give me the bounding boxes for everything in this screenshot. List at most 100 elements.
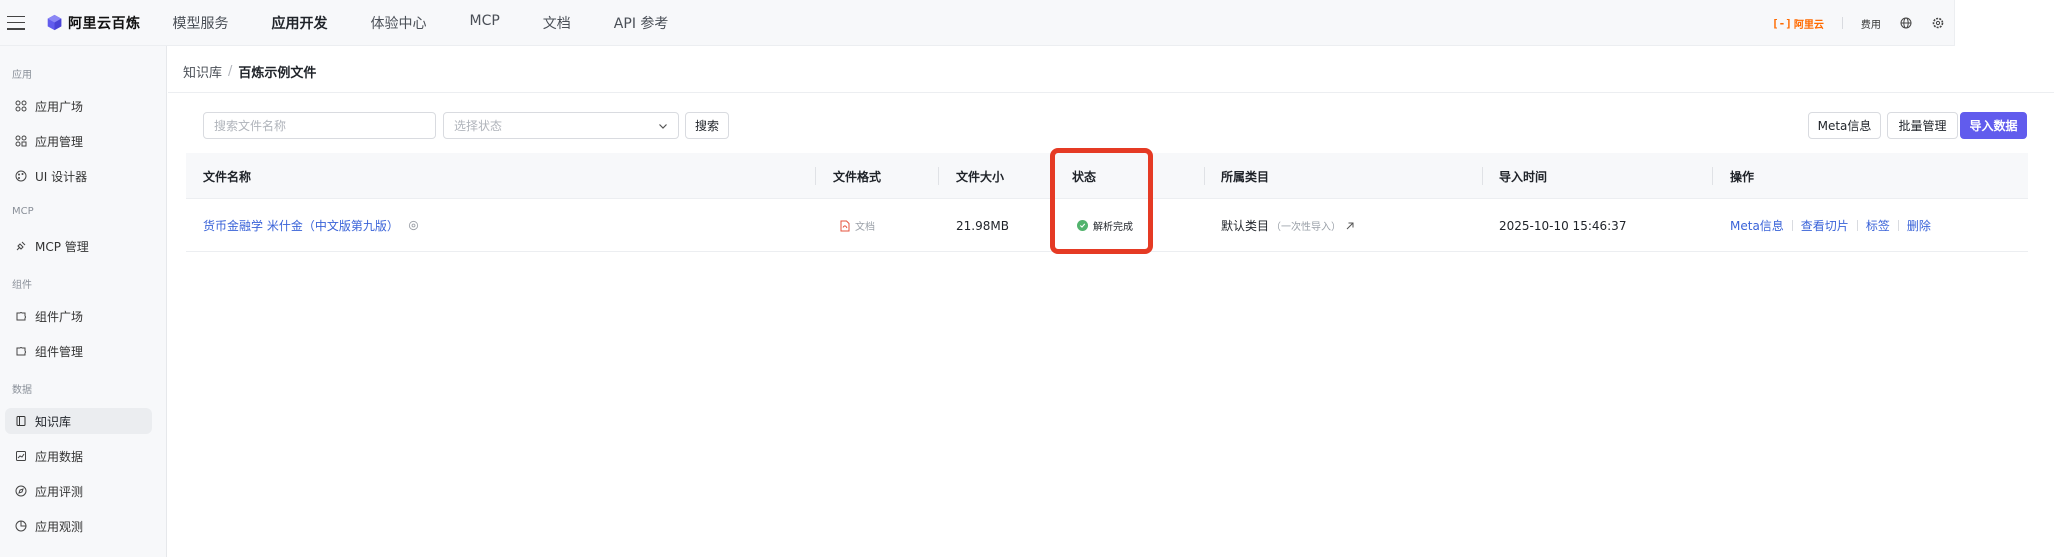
brand-name: 阿里云百炼 bbox=[68, 15, 141, 32]
status-column-highlight-box bbox=[1050, 148, 1153, 254]
external-link-arrow-icon[interactable] bbox=[1345, 221, 1355, 231]
sidebar-item-label: 应用评测 bbox=[35, 484, 84, 499]
sidebar-item-app-observe[interactable]: 应用观测 bbox=[5, 513, 152, 539]
sidebar-item-ui-designer[interactable]: UI 设计器 bbox=[5, 163, 152, 189]
sidebar-item-mcp-manage[interactable]: MCP 管理 bbox=[5, 233, 152, 259]
import-time-cell: 2025-10-10 15:46:37 bbox=[1499, 218, 1627, 233]
column-separator bbox=[938, 167, 939, 185]
column-separator bbox=[1712, 167, 1713, 185]
action-separator bbox=[1897, 220, 1899, 231]
breadcrumb-separator: / bbox=[228, 64, 233, 79]
column-header-size: 文件大小 bbox=[956, 169, 1005, 184]
sidebar-item-label: 组件广场 bbox=[35, 309, 84, 324]
divider bbox=[168, 92, 2054, 93]
sidebar-section-label: MCP bbox=[12, 206, 34, 217]
column-header-file-name: 文件名称 bbox=[203, 169, 252, 184]
chart-icon bbox=[14, 449, 28, 463]
sidebar-item-app-manage[interactable]: 应用管理 bbox=[5, 128, 152, 154]
gear-icon[interactable] bbox=[1931, 16, 1945, 30]
delete-action[interactable]: 删除 bbox=[1907, 217, 1931, 234]
file-format-cell: 文档 bbox=[840, 199, 875, 252]
sidebar-item-app-square[interactable]: 应用广场 bbox=[5, 93, 152, 119]
batch-manage-button[interactable]: 批量管理 bbox=[1887, 112, 1958, 139]
sidebar-item-component-square[interactable]: 组件广场 bbox=[5, 303, 152, 329]
column-header-actions: 操作 bbox=[1730, 169, 1755, 184]
search-input[interactable]: 搜索文件名称 bbox=[203, 112, 436, 139]
nav-mcp[interactable]: MCP bbox=[470, 13, 500, 33]
billing-link[interactable]: 费用 bbox=[1861, 16, 1881, 31]
menu-icon[interactable] bbox=[7, 15, 25, 30]
nav-docs[interactable]: 文档 bbox=[543, 13, 571, 33]
sidebar-item-label: MCP 管理 bbox=[35, 239, 89, 254]
category-label: 默认类目 bbox=[1221, 219, 1270, 233]
sidebar-item-app-data[interactable]: 应用数据 bbox=[5, 443, 152, 469]
divider bbox=[1841, 17, 1843, 29]
sidebar-item-knowledge-base[interactable]: 知识库 bbox=[5, 408, 152, 434]
book-icon bbox=[14, 414, 28, 428]
nav-experience-center[interactable]: 体验中心 bbox=[371, 13, 427, 33]
sidebar-item-label: 知识库 bbox=[35, 414, 72, 429]
file-name-cell: 货币金融学 米什金（中文版第九版） bbox=[203, 199, 419, 252]
sidebar-item-label: 应用观测 bbox=[35, 519, 84, 534]
meta-info-action[interactable]: Meta信息 bbox=[1730, 217, 1784, 234]
nav-app-dev[interactable]: 应用开发 bbox=[272, 13, 328, 33]
nav-right: [-] 阿里云 费用 bbox=[1772, 0, 1963, 46]
column-separator bbox=[815, 167, 816, 185]
action-separator bbox=[1791, 220, 1793, 231]
import-data-button[interactable]: 导入数据 bbox=[1960, 112, 2027, 139]
grid-icon bbox=[14, 134, 28, 148]
globe-icon[interactable] bbox=[1899, 16, 1913, 30]
puzzle-icon bbox=[14, 344, 28, 358]
sidebar-item-label: 应用管理 bbox=[35, 134, 84, 149]
sidebar-item-app-evaluation[interactable]: 应用评测 bbox=[5, 478, 152, 504]
column-header-format: 文件格式 bbox=[833, 169, 882, 184]
search-button[interactable]: 搜索 bbox=[685, 112, 729, 139]
action-separator bbox=[1856, 220, 1858, 231]
brand-logo-icon bbox=[47, 14, 62, 31]
status-select[interactable]: 选择状态 bbox=[443, 112, 679, 139]
header-blank-area bbox=[1954, 0, 2054, 46]
nav-model-service[interactable]: 模型服务 bbox=[173, 13, 229, 33]
breadcrumb: 知识库 / 百炼示例文件 bbox=[183, 62, 316, 81]
sidebar-section-label: 组件 bbox=[12, 280, 32, 291]
plug-icon bbox=[14, 239, 28, 253]
tag-action[interactable]: 标签 bbox=[1866, 217, 1890, 234]
category-cell: 默认类目 （一次性导入） bbox=[1221, 199, 1355, 252]
sidebar-section-label: 应用 bbox=[12, 70, 32, 81]
chevron-down-icon bbox=[659, 124, 667, 129]
column-header-import-time: 导入时间 bbox=[1499, 169, 1548, 184]
meta-info-button[interactable]: Meta信息 bbox=[1808, 112, 1881, 139]
breadcrumb-knowledge-base[interactable]: 知识库 bbox=[183, 62, 222, 81]
column-separator bbox=[1482, 167, 1483, 185]
main-nav: 模型服务 应用开发 体验中心 MCP 文档 API 参考 bbox=[173, 13, 712, 33]
aliyun-promo[interactable]: [-] 阿里云 bbox=[1772, 16, 1824, 31]
puzzle-icon bbox=[14, 309, 28, 323]
sidebar-item-label: 应用数据 bbox=[35, 449, 84, 464]
actions-cell: Meta信息 查看切片 标签 删除 bbox=[1730, 199, 1931, 252]
page-title: 百炼示例文件 bbox=[238, 66, 317, 81]
grid-icon bbox=[14, 99, 28, 113]
category-note: （一次性导入） bbox=[1271, 222, 1342, 233]
sidebar-item-label: 组件管理 bbox=[35, 344, 84, 359]
brand[interactable]: 阿里云百炼 bbox=[46, 13, 141, 33]
column-header-category: 所属类目 bbox=[1221, 169, 1270, 184]
aliyun-promo-label: 阿里云 bbox=[1793, 19, 1824, 31]
top-navigation-bar: 阿里云百炼 模型服务 应用开发 体验中心 MCP 文档 API 参考 [-] 阿… bbox=[0, 0, 2054, 46]
column-separator bbox=[1204, 167, 1205, 185]
palette-icon bbox=[14, 169, 28, 183]
nav-api-reference[interactable]: API 参考 bbox=[614, 13, 669, 33]
pdf-file-icon bbox=[840, 220, 850, 231]
sidebar-section-label: 数据 bbox=[12, 385, 32, 396]
file-name-link[interactable]: 货币金融学 米什金（中文版第九版） bbox=[203, 217, 399, 234]
file-format-label: 文档 bbox=[855, 222, 875, 233]
search-input-placeholder: 搜索文件名称 bbox=[214, 119, 287, 133]
sidebar-item-label: 应用广场 bbox=[35, 99, 84, 114]
status-select-placeholder: 选择状态 bbox=[454, 119, 503, 133]
sidebar-item-label: UI 设计器 bbox=[35, 169, 88, 184]
aliyun-logo-icon: [-] bbox=[1772, 16, 1792, 30]
sidebar: 应用 应用广场 应用管理 UI 设计器 MCP MCP 管理 组件 组件广场 组… bbox=[0, 46, 167, 557]
settings-circle-icon[interactable] bbox=[408, 220, 419, 231]
view-chunks-action[interactable]: 查看切片 bbox=[1801, 217, 1849, 234]
sidebar-item-component-manage[interactable]: 组件管理 bbox=[5, 338, 152, 364]
compass-icon bbox=[14, 484, 28, 498]
